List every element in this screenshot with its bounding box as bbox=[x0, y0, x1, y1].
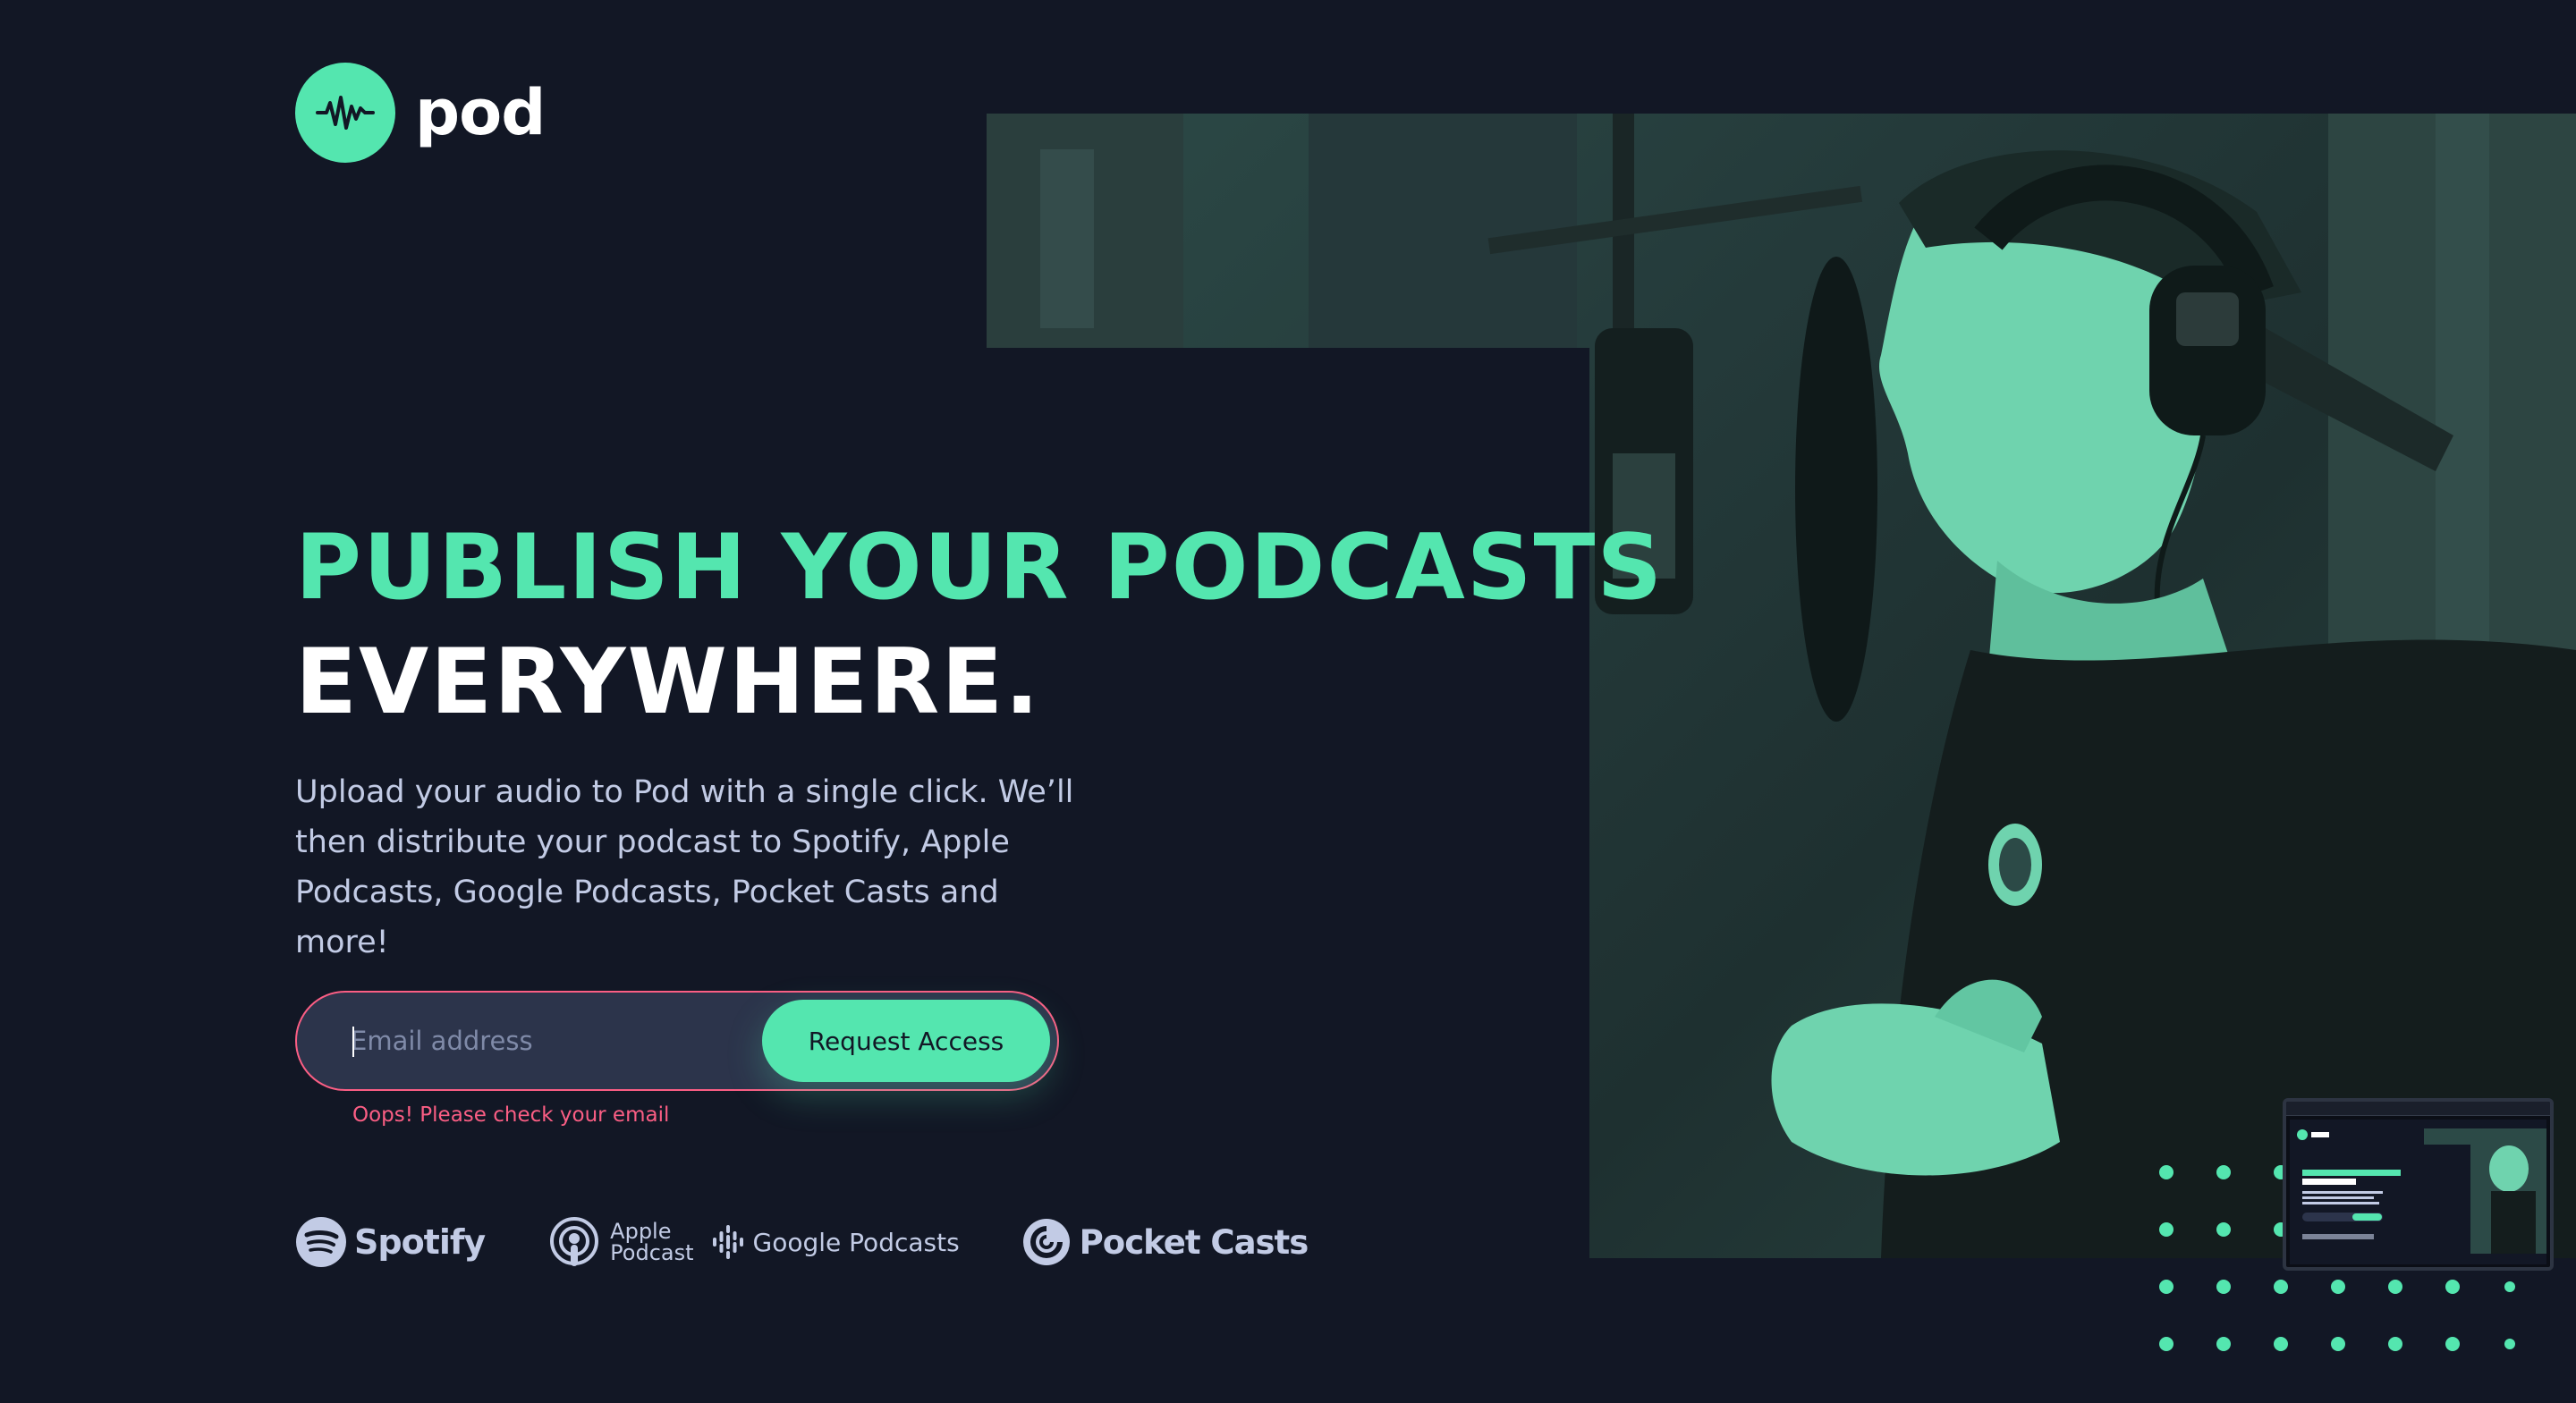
waveform-icon bbox=[295, 63, 395, 163]
apple-podcast-icon bbox=[550, 1217, 599, 1266]
partner-name-line2: Podcast bbox=[610, 1240, 694, 1265]
hero-headline: PUBLISH YOUR PODCASTS EVERYWHERE. bbox=[295, 510, 1664, 739]
thumbnail-content bbox=[2290, 1120, 2546, 1264]
email-form: Request Access bbox=[295, 991, 1059, 1091]
partner-google-podcasts: Google Podcasts bbox=[712, 1224, 960, 1260]
page-preview-thumbnail[interactable] bbox=[2283, 1098, 2554, 1271]
headline-accent: PUBLISH YOUR PODCASTS bbox=[295, 514, 1665, 620]
partner-logos: Spotify Apple Podcast Google Podcasts Po… bbox=[295, 1216, 1309, 1268]
partner-name: Google Podcasts bbox=[752, 1227, 960, 1257]
headline-plain: EVERYWHERE. bbox=[295, 629, 1041, 734]
partner-apple-podcast: Apple Podcast bbox=[549, 1216, 694, 1268]
landing-page: pod PUBLISH YOUR PODCASTS EVERYWHERE. Up… bbox=[0, 0, 2576, 1403]
request-access-button[interactable]: Request Access bbox=[762, 1000, 1050, 1082]
google-podcasts-icon bbox=[712, 1225, 743, 1259]
brand-name: pod bbox=[415, 76, 546, 149]
email-input[interactable] bbox=[351, 993, 762, 1089]
partner-name: Apple Podcast bbox=[610, 1221, 693, 1264]
partner-spotify: Spotify bbox=[295, 1216, 486, 1268]
partner-name: Spotify bbox=[354, 1222, 486, 1262]
pocket-casts-icon bbox=[1022, 1219, 1070, 1265]
spotify-icon bbox=[296, 1217, 346, 1267]
thumbnail-titlebar bbox=[2286, 1102, 2550, 1116]
hero-description: Upload your audio to Pod with a single c… bbox=[295, 774, 1074, 960]
partner-pocket-casts: Pocket Casts bbox=[1022, 1218, 1309, 1266]
partner-name: Pocket Casts bbox=[1079, 1222, 1309, 1262]
text-caret bbox=[352, 1027, 354, 1057]
email-error-message: Oops! Please check your email bbox=[352, 1103, 670, 1127]
brand-logo[interactable]: pod bbox=[295, 63, 546, 163]
